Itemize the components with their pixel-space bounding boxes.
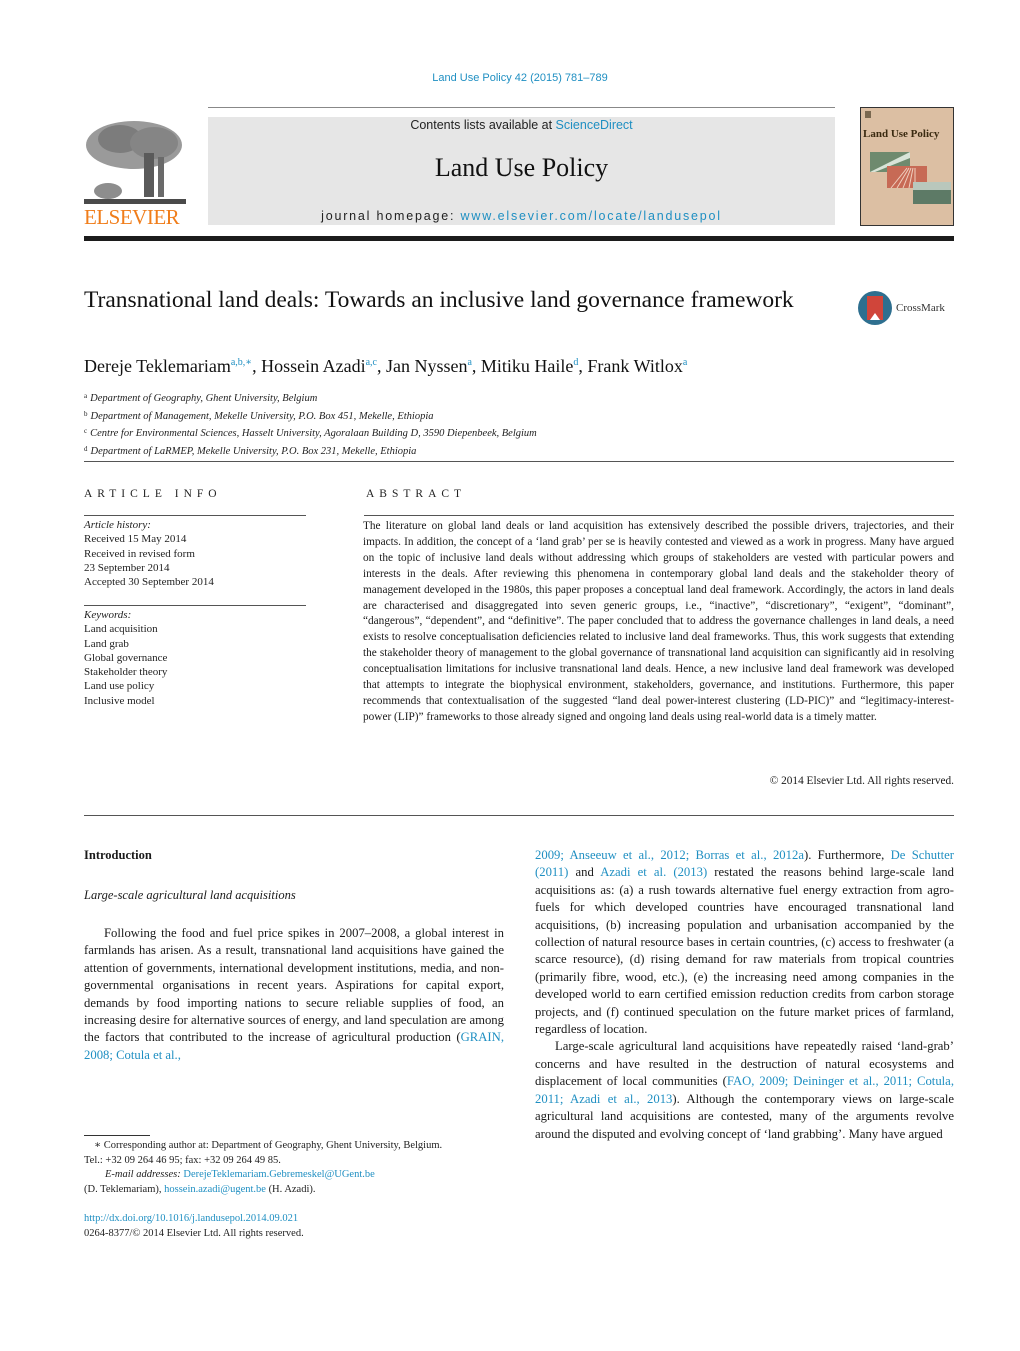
journal-citation[interactable]: Land Use Policy 42 (2015) 781–789	[0, 72, 1020, 84]
body-paragraph: Following the food and fuel price spikes…	[84, 925, 504, 1064]
crossmark-notch	[870, 313, 880, 320]
author-list: Dereje Teklemariama,b,∗, Hossein Azadia,…	[84, 356, 687, 377]
section-heading: Introduction	[84, 848, 152, 862]
crossmark-label: CrossMark	[896, 302, 945, 314]
journal-banner: Contents lists available at ScienceDirec…	[208, 117, 835, 225]
cover-title: Land Use Policy	[863, 128, 940, 140]
email-label: E-mail addresses:	[105, 1169, 184, 1181]
email-owner: (H. Azadi).	[265, 1183, 316, 1195]
affiliation-item: b Department of Management, Mekelle Unive…	[84, 407, 537, 425]
affiliation-item: d Department of LaRMEP, Mekelle Universit…	[84, 442, 537, 460]
keyword-item: Land grab	[84, 637, 129, 650]
author-separator: ,	[376, 356, 386, 376]
tree-icon	[84, 117, 186, 205]
affiliation-text: Centre for Environmental Sciences, Hasse…	[90, 428, 537, 439]
issn-copyright: 0264-8377/© 2014 Elsevier Ltd. All right…	[84, 1227, 304, 1239]
keyword-item: Land use policy	[84, 680, 155, 693]
body-paragraph: Large-scale agricultural land acquisitio…	[535, 1038, 954, 1142]
email-owner: (D. Teklemariam),	[84, 1183, 165, 1195]
keywords-label: Keywords:	[84, 609, 132, 621]
abstract-copyright: © 2014 Elsevier Ltd. All rights reserved…	[769, 775, 954, 787]
article-history: Article history: Received 15 May 2014 Re…	[84, 518, 214, 589]
affiliation-text: Department of Geography, Ghent Universit…	[90, 393, 318, 404]
homepage-prefix: journal homepage:	[321, 209, 461, 223]
author-name[interactable]: Frank Witlox	[587, 356, 682, 376]
journal-homepage-link[interactable]: www.elsevier.com/locate/landusepol	[461, 209, 722, 223]
affiliation-key: b	[84, 409, 88, 418]
doi-block: http://dx.doi.org/10.1016/j.landusepol.2…	[84, 1212, 304, 1241]
affiliations: a Department of Geography, Ghent Universi…	[84, 389, 537, 459]
homepage-line: journal homepage: www.elsevier.com/locat…	[208, 209, 835, 223]
body-column-right: 2009; Anseeuw et al., 2012; Borras et al…	[535, 847, 954, 1143]
citation-link[interactable]: Azadi et al. (2013)	[600, 865, 707, 879]
affiliation-text: Department of Management, Mekelle Univer…	[90, 410, 434, 422]
footnote: ∗ Corresponding author at: Department of…	[84, 1139, 509, 1197]
doi-link[interactable]: http://dx.doi.org/10.1016/j.landusepol.2…	[84, 1212, 304, 1227]
crossmark-badge[interactable]: CrossMark	[858, 291, 958, 331]
author-separator: ,	[252, 356, 262, 376]
corresponding-author-note: ∗ Corresponding author at: Department of…	[94, 1140, 443, 1151]
affiliation-item: c Centre for Environmental Sciences, Hass…	[84, 424, 537, 442]
divider	[364, 515, 954, 516]
author-affil-marker[interactable]: a	[683, 357, 687, 368]
elsevier-wordmark: ELSEVIER	[84, 205, 180, 229]
history-label: Article history:	[84, 519, 151, 531]
affiliation-key: d	[84, 444, 88, 453]
contents-prefix: Contents lists available at	[410, 118, 556, 132]
abstract-heading: ABSTRACT	[366, 488, 467, 500]
paragraph-text: Following the food and fuel price spikes…	[84, 926, 504, 1045]
keyword-item: Inclusive model	[84, 694, 155, 707]
author-separator: ,	[471, 356, 481, 376]
abstract-text: The literature on global land deals or l…	[363, 520, 954, 723]
article-info-heading: ARTICLE INFO	[84, 488, 222, 500]
journal-cover-thumbnail[interactable]: Land Use Policy	[860, 107, 954, 226]
email-link[interactable]: hossein.azadi@ugent.be	[164, 1184, 266, 1195]
history-item: Received in revised form	[84, 547, 195, 560]
contact-phone: Tel.: +32 09 264 46 95; fax: +32 09 264 …	[84, 1154, 281, 1166]
history-item: 23 September 2014	[84, 561, 170, 574]
subsection-heading: Large-scale agricultural land acquisitio…	[84, 888, 296, 902]
article-title: Transnational land deals: Towards an inc…	[84, 287, 794, 313]
paragraph-text: and	[568, 865, 601, 880]
sciencedirect-link[interactable]: ScienceDirect	[556, 118, 633, 132]
author-affil-marker[interactable]: a,b,∗	[231, 357, 252, 368]
email-line: (D. Teklemariam), hossein.azadi@ugent.be…	[84, 1183, 509, 1198]
keyword-item: Global governance	[84, 651, 168, 664]
divider	[84, 815, 954, 816]
keywords: Keywords: Land acquisition Land grab Glo…	[84, 608, 167, 708]
author-affil-marker[interactable]: a,c	[366, 357, 377, 368]
affiliation-key: c	[84, 427, 88, 435]
email-link[interactable]: DerejeTeklemariam.Gebremeskel@UGent.be	[183, 1169, 374, 1180]
divider	[84, 461, 954, 462]
citation-link[interactable]: 2009; Anseeuw et al., 2012; Borras et al…	[535, 848, 804, 862]
email-line: E-mail addresses: DerejeTeklemariam.Gebr…	[84, 1168, 509, 1183]
contents-line: Contents lists available at ScienceDirec…	[208, 118, 835, 132]
keyword-item: Stakeholder theory	[84, 666, 168, 679]
author-name[interactable]: Hossein Azadi	[261, 356, 365, 376]
header-thick-rule	[84, 236, 954, 241]
keyword-item: Land acquisition	[84, 623, 158, 636]
journal-name: Land Use Policy	[434, 153, 609, 182]
affiliation-item: a Department of Geography, Ghent Universi…	[84, 389, 537, 407]
divider	[84, 605, 306, 606]
author-name[interactable]: Mitiku Haile	[481, 356, 574, 376]
author-name[interactable]: Dereje Teklemariam	[84, 356, 231, 376]
history-item: Received 15 May 2014	[84, 533, 187, 546]
header-rule	[208, 107, 835, 108]
history-item: Accepted 30 September 2014	[84, 576, 214, 589]
footnote-rule	[84, 1135, 150, 1136]
author-name[interactable]: Jan Nyssen	[386, 356, 468, 376]
elsevier-emblem-icon	[865, 111, 871, 118]
divider	[84, 515, 306, 516]
affiliation-key: a	[84, 392, 88, 400]
paragraph-text: ). Furthermore,	[803, 848, 891, 862]
paragraph-text: restated the reasons behind large-scale …	[535, 865, 954, 1037]
body-paragraph: 2009; Anseeuw et al., 2012; Borras et al…	[535, 847, 954, 1038]
cover-photos-icon	[870, 152, 951, 204]
affiliation-text: Department of LaRMEP, Mekelle University…	[90, 445, 417, 457]
